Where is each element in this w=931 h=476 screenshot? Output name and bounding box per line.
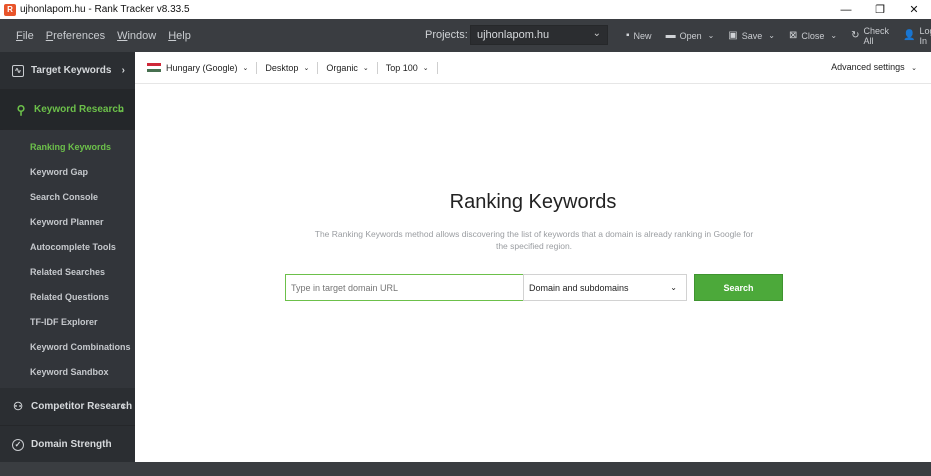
refresh-icon: ↻	[851, 30, 860, 41]
menu-preferences-label: references	[53, 29, 106, 42]
minimize-button[interactable]: —	[829, 0, 863, 19]
keyword-research-submenu: Ranking Keywords Keyword Gap Search Cons…	[0, 130, 135, 388]
sidebar-item-keyword-combinations[interactable]: Keyword Combinations	[0, 334, 135, 359]
folder-open-icon: ▬	[665, 30, 676, 41]
nav-competitor-research[interactable]: ⚇ Competitor Research ›	[0, 388, 135, 426]
nav-keyword-research[interactable]: ⚲ Keyword Research ⌄	[0, 90, 135, 130]
chevron-down-icon: ⌄	[830, 31, 838, 40]
menu-file[interactable]: File	[16, 30, 34, 42]
top-filter-label: Top 100	[385, 62, 418, 73]
region-filter-label: Hungary (Google)	[166, 62, 238, 73]
chevron-down-icon: ⌄	[911, 65, 917, 72]
close-label: Close	[801, 30, 825, 41]
device-filter[interactable]: Desktop ⌄	[257, 61, 319, 74]
save-label: Save	[741, 30, 763, 41]
menu-help-accel: H	[168, 29, 177, 42]
nav-competitor-research-label: Competitor Research	[31, 401, 133, 412]
project-select-value: ujhonlapom.hu	[477, 29, 550, 41]
status-bar	[0, 462, 931, 476]
type-filter[interactable]: Organic ⌄	[318, 61, 378, 74]
gauge-icon: ✓	[12, 438, 24, 451]
chevron-down-icon: ⌄	[116, 104, 125, 115]
new-label: New	[633, 30, 652, 41]
menu-file-label: ile	[22, 29, 34, 42]
sidebar-item-related-questions[interactable]: Related Questions	[0, 284, 135, 309]
advanced-settings-label: Advanced settings	[831, 62, 905, 72]
page-description: The Ranking Keywords method allows disco…	[314, 229, 754, 251]
chevron-right-icon: ›	[121, 401, 125, 412]
restore-button[interactable]: ❐	[863, 0, 897, 19]
nav-target-keywords-label: Target Keywords	[31, 65, 112, 76]
open-label: Open	[679, 30, 702, 41]
chevron-down-icon: ⌄	[670, 283, 677, 292]
project-select[interactable]: ujhonlapom.hu ⌄	[470, 25, 608, 45]
person-icon: ⚇	[13, 401, 23, 413]
sidebar: ∿ Target Keywords › ⚲ Keyword Research ⌄…	[0, 52, 135, 464]
chevron-down-icon: ⌄	[362, 64, 369, 72]
window-title: ujhonlapom.hu - Rank Tracker v8.33.5	[20, 4, 190, 15]
new-file-icon: ▪	[626, 30, 630, 41]
login-button[interactable]: 👤Log In	[903, 26, 931, 46]
flag-stripe-green	[147, 69, 161, 73]
menu-file-accel: F	[16, 29, 23, 42]
check-all-label: Check All	[863, 25, 889, 46]
menu-window-accel: W	[117, 29, 128, 42]
nav-domain-strength-label: Domain Strength	[31, 439, 112, 450]
chevron-down-icon: ⌄	[768, 31, 775, 40]
chevron-down-icon: ⌄	[242, 64, 249, 72]
projects-label: Projects:	[425, 29, 468, 41]
close-project-button[interactable]: ⊠ Close ⌄	[789, 30, 837, 41]
sidebar-item-related-searches[interactable]: Related Searches	[0, 259, 135, 284]
nav-keyword-research-label: Keyword Research	[34, 104, 125, 115]
menu-window[interactable]: Window	[117, 30, 156, 42]
scope-select[interactable]: Domain and subdomains ⌄	[523, 274, 687, 301]
menu-help[interactable]: Help	[168, 30, 191, 42]
sidebar-item-search-console[interactable]: Search Console	[0, 184, 135, 209]
search-button[interactable]: Search	[694, 274, 783, 301]
sidebar-item-keyword-gap[interactable]: Keyword Gap	[0, 159, 135, 184]
window-controls: — ❐ ✕	[829, 0, 931, 19]
rank-tracker-logo-icon: R	[4, 3, 16, 16]
nav-target-keywords[interactable]: ∿ Target Keywords ›	[0, 52, 135, 90]
nav-domain-strength[interactable]: ✓ Domain Strength	[0, 426, 135, 464]
chevron-down-icon: ⌄	[707, 31, 715, 40]
device-filter-label: Desktop	[265, 62, 299, 73]
scope-select-value: Domain and subdomains	[529, 283, 629, 293]
user-icon: 👤	[902, 30, 916, 41]
sidebar-item-ranking-keywords[interactable]: Ranking Keywords	[0, 134, 135, 159]
menu-bar: File Preferences Window Help Projects: u…	[0, 19, 931, 52]
sidebar-item-autocomplete-tools[interactable]: Autocomplete Tools	[0, 234, 135, 259]
region-filter[interactable]: Hungary (Google) ⌄	[135, 61, 258, 74]
login-label: Log In	[919, 25, 931, 46]
save-icon: ▣	[728, 30, 738, 41]
sidebar-item-keyword-sandbox[interactable]: Keyword Sandbox	[0, 359, 135, 384]
hungary-flag-icon	[147, 62, 161, 73]
open-button[interactable]: ▬ Open ⌄	[666, 30, 715, 41]
chart-line-icon: ∿	[12, 64, 24, 77]
close-window-button[interactable]: ✕	[897, 0, 931, 19]
search-icon: ⚲	[16, 102, 26, 117]
type-filter-label: Organic	[326, 62, 358, 73]
chevron-down-icon: ⌄	[592, 28, 601, 39]
new-button[interactable]: ▪ New	[626, 30, 652, 41]
sidebar-item-tf-idf-explorer[interactable]: TF-IDF Explorer	[0, 309, 135, 334]
domain-url-input[interactable]	[285, 274, 524, 301]
close-box-icon: ⊠	[788, 30, 798, 41]
menu-window-label: indow	[127, 29, 157, 42]
menu-preferences-accel: P	[45, 29, 54, 42]
chevron-down-icon: ⌄	[422, 64, 429, 72]
check-all-button[interactable]: ↻ Check All	[851, 26, 889, 46]
chevron-down-icon: ⌄	[303, 64, 310, 72]
advanced-settings-button[interactable]: Advanced settings ⌄	[831, 62, 917, 72]
toolbar: ▪ New ▬ Open ⌄ ▣ Save ⌄ ⊠ Close ⌄ ↻ Check All 👤 L…	[626, 19, 931, 52]
sidebar-item-keyword-planner[interactable]: Keyword Planner	[0, 209, 135, 234]
title-bar: R ujhonlapom.hu - Rank Tracker v8.33.5 —…	[0, 0, 931, 19]
filter-bar: Hungary (Google) ⌄ Desktop ⌄ Organic ⌄ T…	[135, 52, 931, 84]
menu-help-label: elp	[176, 29, 191, 42]
page-title: Ranking Keywords	[449, 191, 617, 213]
menu-preferences[interactable]: Preferences	[46, 30, 105, 42]
save-button[interactable]: ▣ Save ⌄	[728, 30, 775, 41]
chevron-right-icon: ›	[121, 65, 125, 76]
top-filter[interactable]: Top 100 ⌄	[378, 61, 438, 74]
